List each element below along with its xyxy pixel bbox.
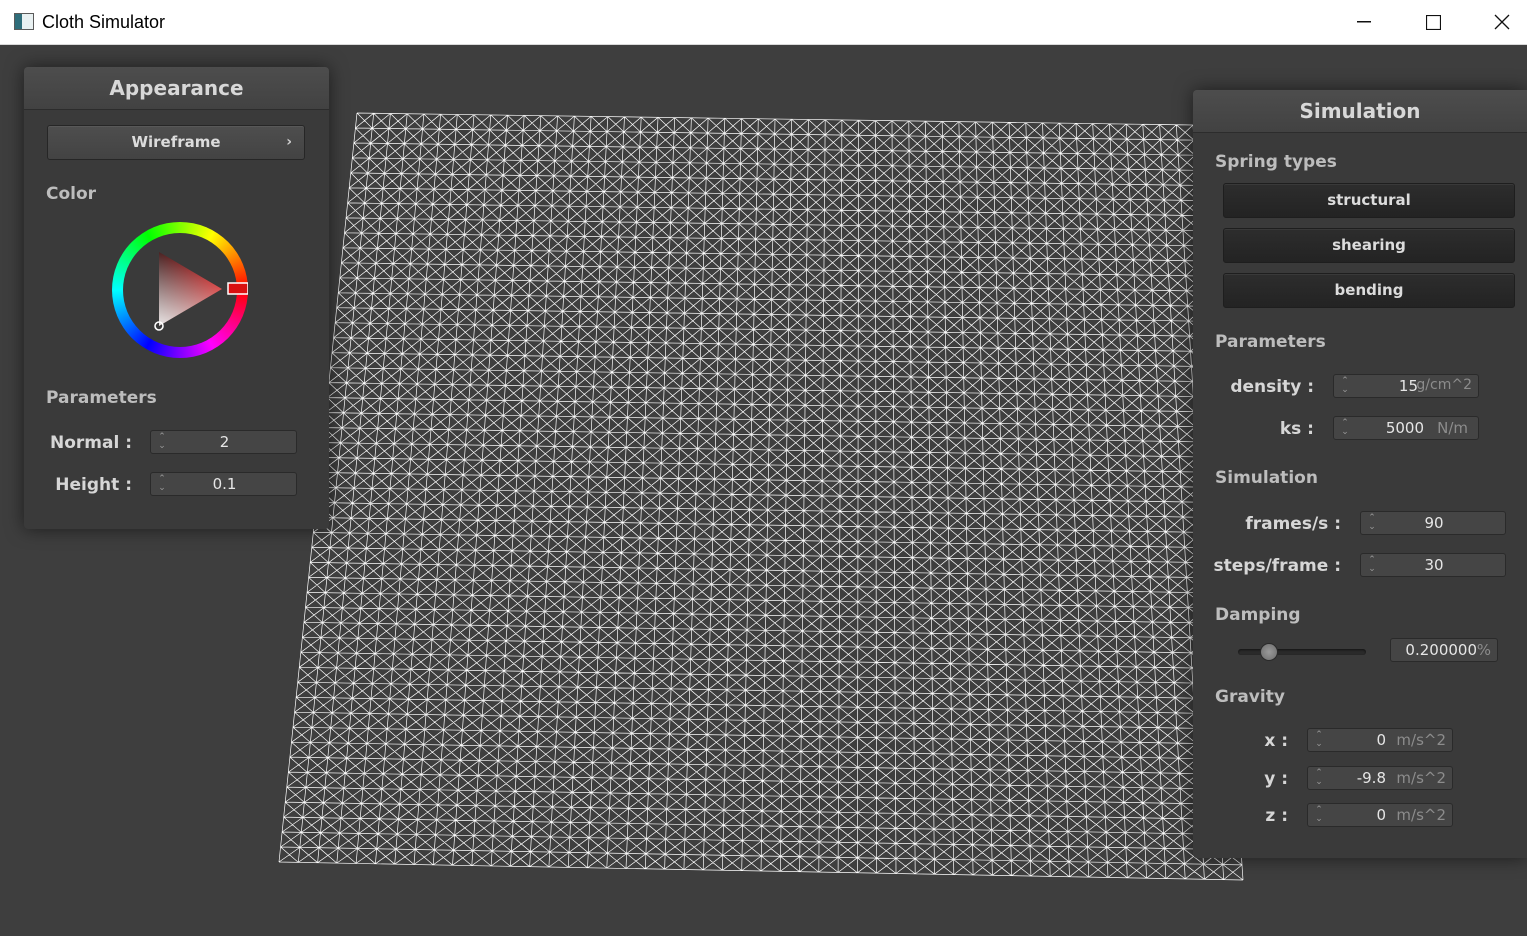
damping-unit: %	[1476, 641, 1491, 659]
window-title: Cloth Simulator	[42, 12, 166, 32]
gravity-y-unit: m/s^2	[1396, 769, 1446, 787]
shearing-spring-button[interactable]: shearing	[1223, 228, 1515, 263]
gravity-z-value: 0	[1376, 806, 1386, 824]
damping-slider[interactable]	[1238, 643, 1366, 661]
density-input[interactable]: ⌃ ⌄ 15 g/cm^2	[1333, 374, 1479, 398]
maximize-button[interactable]	[1398, 0, 1468, 44]
appearance-panel-title: Appearance	[24, 67, 329, 110]
simulation-panel: Simulation Spring types structural shear…	[1193, 90, 1527, 858]
chevron-right-icon: ›	[286, 134, 292, 150]
bending-spring-button[interactable]: bending	[1223, 273, 1515, 308]
minimize-button[interactable]	[1329, 0, 1399, 44]
appearance-panel: Appearance Wireframe › Color Parameters …	[24, 67, 329, 529]
gravity-x-label: x :	[1264, 731, 1288, 751]
color-wheel-picker[interactable]	[112, 222, 248, 358]
maximize-icon	[1425, 14, 1441, 30]
color-section-label: Color	[46, 184, 97, 204]
fps-value: 90	[1424, 514, 1444, 532]
gravity-x-input[interactable]: ⌃ ⌄ 0 m/s^2	[1307, 728, 1453, 752]
close-icon	[1494, 14, 1510, 30]
hue-handle-icon[interactable]	[227, 282, 248, 295]
ks-value: 5000	[1385, 419, 1424, 437]
window-app-icon	[14, 13, 34, 30]
steps-label: steps/frame :	[1213, 556, 1341, 576]
normal-input[interactable]: ⌃ ⌄ 2	[150, 430, 297, 454]
ks-label: ks :	[1279, 419, 1314, 439]
damping-label: Damping	[1215, 605, 1301, 625]
spinner-arrows-icon[interactable]: ⌃ ⌄	[1340, 419, 1350, 437]
close-button[interactable]	[1467, 0, 1527, 44]
spinner-arrows-icon[interactable]: ⌃ ⌄	[1314, 806, 1324, 824]
gravity-z-unit: m/s^2	[1396, 806, 1446, 824]
spinner-arrows-icon[interactable]: ⌃ ⌄	[1340, 377, 1350, 395]
gravity-x-value: 0	[1376, 731, 1386, 749]
shader-select-button[interactable]: Wireframe ›	[47, 125, 305, 160]
appearance-parameters-label: Parameters	[46, 388, 157, 408]
gravity-y-value: -9.8	[1356, 769, 1386, 787]
density-label: density :	[1230, 377, 1314, 397]
fps-input[interactable]: ⌃ ⌄ 90	[1360, 511, 1506, 535]
height-input[interactable]: ⌃ ⌄ 0.1	[150, 472, 297, 496]
ks-unit: N/m	[1437, 419, 1468, 437]
steps-value: 30	[1424, 556, 1444, 574]
gravity-z-label: z :	[1265, 806, 1288, 826]
height-value: 0.1	[212, 475, 237, 493]
gravity-y-label: y :	[1264, 769, 1288, 789]
density-value: 15	[1398, 377, 1418, 395]
damping-value-field[interactable]: 0.200000 %	[1390, 638, 1498, 662]
spinner-arrows-icon[interactable]: ⌃ ⌄	[1314, 731, 1324, 749]
gravity-label: Gravity	[1215, 687, 1285, 707]
ks-input[interactable]: ⌃ ⌄ 5000 N/m	[1333, 416, 1479, 440]
title-bar: Cloth Simulator	[0, 0, 1527, 45]
density-unit: g/cm^2	[1416, 377, 1472, 393]
simulation-panel-title: Simulation	[1193, 90, 1527, 133]
height-label: Height :	[55, 475, 132, 495]
steps-input[interactable]: ⌃ ⌄ 30	[1360, 553, 1506, 577]
gravity-z-input[interactable]: ⌃ ⌄ 0 m/s^2	[1307, 803, 1453, 827]
shader-select-label: Wireframe	[131, 133, 221, 151]
damping-slider-track[interactable]	[1238, 649, 1366, 655]
damping-slider-knob[interactable]	[1260, 643, 1278, 661]
spinner-arrows-icon[interactable]: ⌃ ⌄	[1314, 769, 1324, 787]
normal-value: 2	[219, 433, 230, 451]
normal-label: Normal :	[49, 433, 132, 453]
simulation-section-label: Simulation	[1215, 468, 1318, 488]
sim-parameters-label: Parameters	[1215, 332, 1326, 352]
gravity-x-unit: m/s^2	[1396, 731, 1446, 749]
spring-types-label: Spring types	[1215, 152, 1337, 172]
gravity-y-input[interactable]: ⌃ ⌄ -9.8 m/s^2	[1307, 766, 1453, 790]
cloth-mesh-lines	[278, 112, 1244, 881]
damping-value: 0.200000	[1405, 641, 1477, 659]
fps-label: frames/s :	[1245, 514, 1341, 534]
minimize-icon	[1357, 21, 1371, 23]
saturation-triangle[interactable]	[112, 222, 248, 358]
structural-spring-button[interactable]: structural	[1223, 183, 1515, 218]
